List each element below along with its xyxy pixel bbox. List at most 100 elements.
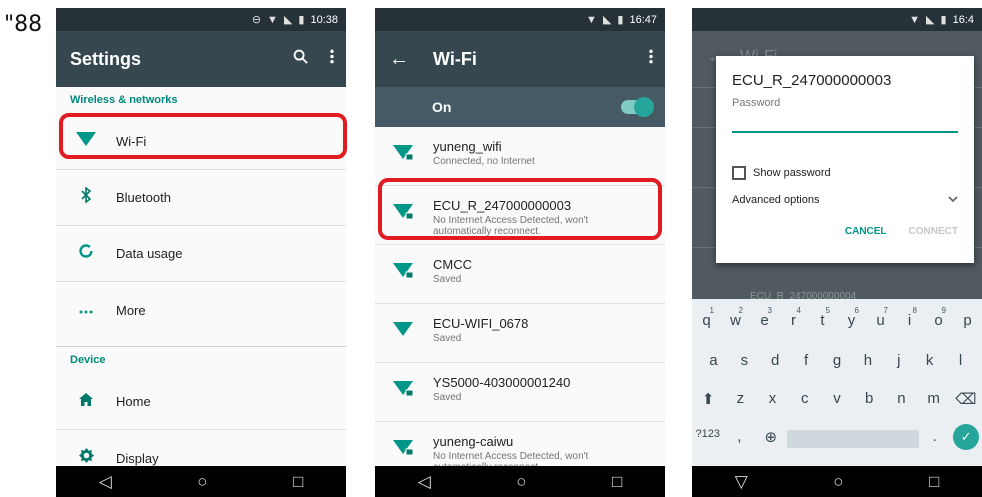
password-dialog-screen: ▼ ◣ ▮ 16:4 ← Wi-Fi ECU_R_247000000004 EC…	[692, 8, 982, 497]
show-password-row[interactable]: Show password	[732, 166, 958, 180]
search-icon[interactable]	[293, 49, 308, 69]
wifi-status-icon: ▼	[909, 13, 921, 26]
backspace-key-icon[interactable]: ⌫	[950, 390, 982, 408]
key-o[interactable]: o9	[924, 306, 953, 329]
key-q[interactable]: q1	[692, 306, 721, 329]
signal-icon: ◣	[926, 14, 935, 26]
key-m[interactable]: m	[918, 390, 950, 408]
globe-key-icon[interactable]: ⊕	[755, 428, 787, 452]
network-item[interactable]: YS5000-403000001240 Saved	[375, 363, 665, 422]
nav-back-icon[interactable]: ◁	[418, 472, 431, 492]
soft-keyboard: q1 w2 e3 r4 t5 y6 u7 i8 o9 p a s d f g h…	[692, 299, 982, 466]
keyboard-row-1: q1 w2 e3 r4 t5 y6 u7 i8 o9 p	[692, 306, 982, 329]
settings-item-more[interactable]: More	[56, 282, 346, 338]
navigation-bar: ◁ ○ □	[56, 466, 346, 497]
wifi-password-dialog: ECU_R_247000000003 Password Show passwor…	[716, 56, 974, 263]
key-u[interactable]: u7	[866, 306, 895, 329]
key-g[interactable]: g	[822, 352, 853, 369]
network-item[interactable]: CMCC Saved	[375, 245, 665, 304]
key-d[interactable]: d	[760, 352, 791, 369]
battery-icon: ▮	[298, 14, 305, 26]
key-r[interactable]: r4	[779, 306, 808, 329]
nav-hide-keyboard-icon[interactable]: ▽	[735, 472, 748, 492]
key-b[interactable]: b	[853, 390, 885, 408]
key-f[interactable]: f	[791, 352, 822, 369]
nav-home-icon[interactable]: ○	[197, 472, 207, 492]
settings-item-label: More	[116, 302, 146, 318]
wifi-toggle-switch[interactable]	[621, 97, 654, 117]
key-e[interactable]: e3	[750, 306, 779, 329]
overflow-menu-icon[interactable]	[649, 49, 653, 69]
status-time: 16:47	[629, 13, 657, 26]
key-x[interactable]: x	[756, 390, 788, 408]
overflow-menu-icon[interactable]	[330, 49, 334, 69]
nav-recents-icon[interactable]: □	[293, 472, 303, 492]
wifi-highlight-box	[59, 113, 347, 159]
wifi-toggle-row[interactable]: On	[375, 87, 665, 127]
signal-icon: ◣	[283, 14, 293, 26]
network-status: Connected, no Internet	[433, 156, 535, 167]
key-t[interactable]: t5	[808, 306, 837, 329]
cancel-button[interactable]: CANCEL	[845, 226, 887, 237]
dialog-title: ECU_R_247000000003	[732, 72, 892, 89]
key-y[interactable]: y6	[837, 306, 866, 329]
key-a[interactable]: a	[698, 352, 729, 369]
symbols-key[interactable]: ?123	[692, 428, 724, 452]
key-z[interactable]: z	[724, 390, 756, 408]
settings-item-data-usage[interactable]: Data usage	[56, 226, 346, 282]
key-s[interactable]: s	[729, 352, 760, 369]
network-text: ECU-WIFI_0678 Saved	[433, 316, 665, 344]
settings-item-bluetooth[interactable]: Bluetooth	[56, 170, 346, 226]
nav-home-icon[interactable]: ○	[516, 472, 526, 492]
status-time: 16:4	[952, 13, 974, 26]
spacebar-key[interactable]	[786, 428, 919, 452]
key-n[interactable]: n	[885, 390, 917, 408]
nav-home-icon[interactable]: ○	[833, 472, 843, 492]
key-hint: 1	[709, 306, 714, 315]
network-item[interactable]: ECU-WIFI_0678 Saved	[375, 304, 665, 363]
wifi-screen: ▼ ◣ ▮ 16:47 ← Wi-Fi On yuneng_wifi Conne…	[375, 8, 665, 497]
network-name: CMCC	[433, 257, 472, 272]
network-text: CMCC Saved	[433, 257, 665, 285]
connect-button[interactable]: CONNECT	[909, 226, 958, 237]
battery-icon: ▮	[940, 14, 947, 26]
nav-back-icon[interactable]: ◁	[99, 472, 112, 492]
back-arrow-icon[interactable]: ←	[389, 48, 409, 71]
key-c[interactable]: c	[789, 390, 821, 408]
settings-item-label: Bluetooth	[116, 190, 171, 205]
spacebar-bar	[786, 430, 919, 448]
shift-key-icon[interactable]: ⬆	[692, 390, 724, 408]
key-hint: 2	[738, 306, 743, 315]
network-status: Saved	[433, 333, 462, 344]
wifi-status-icon: ▼	[267, 13, 278, 26]
nav-recents-icon[interactable]: □	[929, 472, 939, 492]
advanced-options-row[interactable]: Advanced options	[732, 194, 958, 206]
keyboard-row-3: ⬆ z x c v b n m ⌫	[692, 390, 982, 408]
enter-key[interactable]: ✓	[950, 424, 982, 452]
key-p[interactable]: p	[953, 312, 982, 329]
show-password-checkbox[interactable]	[732, 166, 746, 180]
chevron-down-icon[interactable]	[948, 194, 958, 206]
settings-item-home[interactable]: Home	[56, 374, 346, 430]
settings-screen: ⊖ ▼ ◣ ▮ 10:38 Settings Wireless & networ…	[56, 8, 346, 497]
key-k[interactable]: k	[914, 352, 945, 369]
key-l[interactable]: l	[945, 352, 976, 369]
display-brightness-icon	[56, 448, 116, 468]
key-comma[interactable]: ,	[724, 428, 756, 452]
key-period[interactable]: .	[919, 428, 951, 452]
wifi-lock-icon	[375, 257, 433, 284]
key-j[interactable]: j	[883, 352, 914, 369]
key-v[interactable]: v	[821, 390, 853, 408]
key-w[interactable]: w2	[721, 306, 750, 329]
network-highlight-box	[378, 178, 662, 240]
key-hint: 6	[854, 306, 859, 315]
key-i[interactable]: i8	[895, 306, 924, 329]
wifi-lock-icon	[375, 434, 433, 461]
nav-recents-icon[interactable]: □	[612, 472, 622, 492]
keyboard-row-2: a s d f g h j k l	[692, 352, 982, 369]
network-text: yuneng_wifi Connected, no Internet	[433, 139, 665, 167]
settings-item-label: Data usage	[116, 246, 183, 261]
password-input[interactable]	[732, 131, 958, 133]
key-h[interactable]: h	[852, 352, 883, 369]
wifi-status-icon: ▼	[586, 13, 597, 26]
